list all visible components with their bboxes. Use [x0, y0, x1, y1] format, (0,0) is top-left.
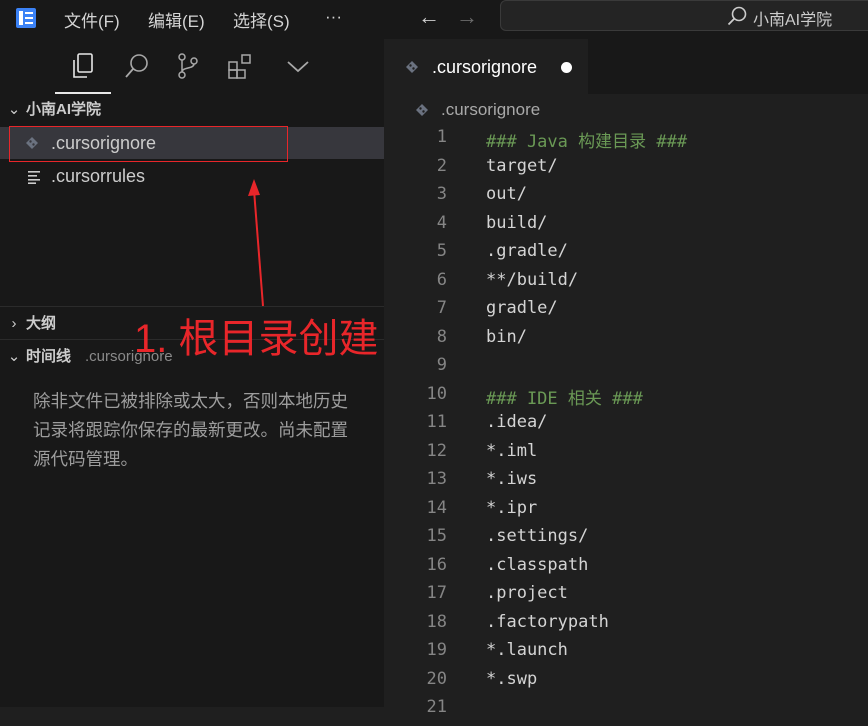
chevron-down-icon: ⌄ [7, 101, 21, 118]
code-text[interactable]: .project [486, 583, 568, 603]
line-number: 2 [436, 155, 447, 176]
code-text[interactable]: build/ [486, 213, 547, 233]
annotation-arrow [248, 179, 264, 307]
annotation-label: 1. 根目录创建 [134, 317, 379, 361]
code-line[interactable]: 14 *.ipr [384, 498, 868, 527]
line-number: 3 [436, 184, 447, 204]
git-diamond-icon [406, 61, 418, 73]
extensions-icon[interactable] [227, 52, 255, 80]
menu-selection[interactable]: 选择(S) [233, 7, 290, 32]
code-line[interactable]: 17 .project [384, 583, 868, 612]
line-number: 20 [426, 668, 447, 689]
line-number: 9 [436, 355, 447, 375]
code-text[interactable]: *.iml [486, 441, 537, 461]
line-number: 7 [436, 298, 447, 318]
code-text[interactable]: out/ [486, 184, 527, 204]
timeline-title: 时间线 [26, 348, 72, 365]
app-logo-icon [16, 8, 36, 28]
code-line[interactable]: 12 *.iml [384, 441, 868, 470]
code-text[interactable]: .gradle/ [486, 241, 568, 261]
code-line[interactable]: 15 .settings/ [384, 526, 868, 555]
code-line[interactable]: 3 out/ [384, 184, 868, 213]
line-number: 1 [436, 127, 447, 147]
code-text[interactable]: .classpath [486, 555, 588, 575]
search-text[interactable]: 小南AI学院 [753, 6, 832, 30]
line-number: 10 [426, 383, 447, 404]
active-view-indicator [55, 92, 111, 94]
lines-file-icon [28, 171, 40, 184]
code-line[interactable]: 9 [384, 355, 868, 384]
code-line[interactable]: 2 target/ [384, 156, 868, 185]
code-text[interactable]: .idea/ [486, 412, 547, 432]
line-number: 19 [426, 640, 447, 660]
breadcrumb[interactable]: .cursorignore [441, 100, 540, 120]
line-number: 15 [426, 526, 447, 546]
code-text[interactable]: ### Java 构建目录 ### [486, 127, 687, 152]
line-number: 11 [426, 412, 447, 432]
code-text[interactable]: *.launch [486, 640, 568, 660]
menu-file[interactable]: 文件(F) [64, 7, 120, 32]
code-text[interactable]: target/ [486, 156, 558, 176]
code-text[interactable]: bin/ [486, 327, 527, 347]
code-text[interactable]: *.iws [486, 469, 537, 489]
line-number: 17 [426, 583, 447, 603]
code-text[interactable]: *.ipr [486, 498, 537, 518]
explorer-folder-header[interactable]: ⌄ 小南AI学院 [0, 98, 101, 122]
code-text[interactable]: .settings/ [486, 526, 588, 546]
menu-edit[interactable]: 编辑(E) [148, 7, 205, 32]
unsaved-dot-icon[interactable] [561, 62, 572, 73]
chevron-down-icon[interactable] [285, 52, 311, 80]
search-icon [727, 6, 747, 26]
back-arrow-icon[interactable]: ← [418, 4, 440, 30]
timeline-message: 除非文件已被排除或太大，否则本地历史记录将跟踪你保存的最新更改。尚未配置源代码管… [33, 391, 348, 469]
line-number: 12 [426, 440, 447, 461]
line-number: 18 [426, 611, 447, 632]
code-line[interactable]: 8 bin/ [384, 327, 868, 356]
line-number: 13 [426, 469, 447, 489]
git-diamond-icon [416, 104, 428, 116]
menu-more[interactable]: ··· [325, 7, 342, 27]
code-text[interactable]: gradle/ [486, 298, 558, 318]
outline-header[interactable]: › 大纲 [0, 312, 57, 336]
tab-label[interactable]: .cursorignore [432, 57, 537, 78]
code-text[interactable]: ### IDE 相关 ### [486, 384, 643, 409]
code-text[interactable]: *.swp [486, 669, 537, 689]
code-line[interactable]: 6 **/build/ [384, 270, 868, 299]
code-line[interactable]: 16 .classpath [384, 555, 868, 584]
code-line[interactable]: 20 *.swp [384, 669, 868, 698]
chevron-down-icon: ⌄ [7, 348, 21, 365]
forward-arrow-icon[interactable]: → [456, 4, 478, 30]
line-number: 4 [436, 212, 447, 233]
code-line[interactable]: 21 [384, 697, 868, 726]
line-number: 6 [436, 269, 447, 290]
activity-bar [0, 38, 384, 94]
code-text[interactable]: .factorypath [486, 612, 609, 632]
code-line[interactable]: 13 *.iws [384, 469, 868, 498]
code-line[interactable]: 10 ### IDE 相关 ### [384, 384, 868, 413]
outline-title: 大纲 [26, 315, 57, 332]
file-item-cursorrules[interactable]: .cursorrules [0, 160, 384, 192]
line-number: 5 [436, 241, 447, 261]
search-view-icon[interactable] [123, 52, 151, 80]
line-number: 8 [436, 326, 447, 347]
line-number: 14 [426, 497, 447, 518]
code-line[interactable]: 1 ### Java 构建目录 ### [384, 127, 868, 156]
line-number: 16 [426, 554, 447, 575]
annotation-highlight-box [9, 126, 288, 162]
code-line[interactable]: 7 gradle/ [384, 298, 868, 327]
code-line[interactable]: 4 build/ [384, 213, 868, 242]
chevron-right-icon: › [11, 315, 17, 332]
explorer-files-icon[interactable] [71, 52, 95, 80]
code-text[interactable]: **/build/ [486, 270, 578, 290]
source-control-icon[interactable] [176, 52, 200, 80]
code-line[interactable]: 11 .idea/ [384, 412, 868, 441]
code-line[interactable]: 18 .factorypath [384, 612, 868, 641]
code-line[interactable]: 19 *.launch [384, 640, 868, 669]
file-name: .cursorrules [51, 166, 146, 186]
code-line[interactable]: 5 .gradle/ [384, 241, 868, 270]
folder-name: 小南AI学院 [26, 101, 102, 118]
line-number: 21 [426, 697, 447, 717]
